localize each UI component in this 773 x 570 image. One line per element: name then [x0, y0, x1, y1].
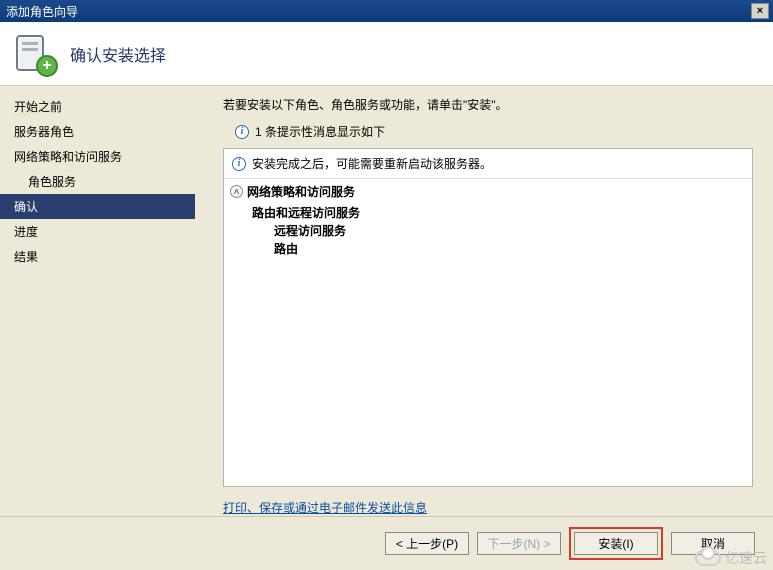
previous-button[interactable]: < 上一步(P)	[385, 532, 469, 555]
step-progress[interactable]: 进度	[0, 219, 195, 244]
wizard-header: + 确认安装选择	[0, 22, 773, 86]
selections-panel: i 安装完成之后，可能需要重新启动该服务器。 ˄ 网络策略和访问服务 路由和远程…	[223, 148, 753, 487]
wizard-body: 开始之前 服务器角色 网络策略和访问服务 角色服务 确认 进度 结果 若要安装以…	[0, 86, 773, 516]
next-button: 下一步(N) >	[477, 532, 561, 555]
group-header[interactable]: ˄ 网络策略和访问服务	[224, 179, 752, 204]
step-role-services[interactable]: 角色服务	[0, 169, 195, 194]
role-remote-access-service: 远程访问服务	[252, 222, 752, 240]
group-title: 网络策略和访问服务	[247, 183, 355, 200]
step-network-policy[interactable]: 网络策略和访问服务	[0, 144, 195, 169]
server-add-icon: +	[14, 33, 56, 75]
step-server-roles[interactable]: 服务器角色	[0, 119, 195, 144]
info-count-line: i 1 条提示性消息显示如下	[223, 123, 753, 140]
titlebar: 添加角色向导 ×	[0, 0, 773, 22]
step-confirmation[interactable]: 确认	[0, 194, 195, 219]
info-icon: i	[235, 125, 249, 139]
role-routing: 路由	[252, 240, 752, 258]
button-row: < 上一步(P) 下一步(N) > 安装(I) 取消	[0, 516, 773, 570]
restart-warning-text: 安装完成之后，可能需要重新启动该服务器。	[252, 155, 492, 172]
collapse-icon: ˄	[230, 185, 243, 198]
install-button[interactable]: 安装(I)	[574, 532, 658, 555]
close-button[interactable]: ×	[751, 3, 769, 19]
role-routing-remote-access: 路由和远程访问服务	[252, 204, 752, 222]
group-items: 路由和远程访问服务 远程访问服务 路由	[224, 204, 752, 258]
wizard-steps-sidebar: 开始之前 服务器角色 网络策略和访问服务 角色服务 确认 进度 结果	[0, 86, 195, 516]
restart-warning-row: i 安装完成之后，可能需要重新启动该服务器。	[224, 149, 752, 179]
window-title: 添加角色向导	[6, 3, 751, 20]
install-highlight: 安装(I)	[569, 527, 663, 560]
instruction-text: 若要安装以下角色、角色服务或功能，请单击"安装"。	[223, 96, 753, 113]
info-count-text: 1 条提示性消息显示如下	[255, 123, 385, 140]
info-icon: i	[232, 157, 246, 171]
cancel-button[interactable]: 取消	[671, 532, 755, 555]
content-area: 若要安装以下角色、角色服务或功能，请单击"安装"。 i 1 条提示性消息显示如下…	[195, 86, 773, 516]
step-before-you-begin[interactable]: 开始之前	[0, 94, 195, 119]
page-title: 确认安装选择	[70, 42, 166, 66]
step-results[interactable]: 结果	[0, 244, 195, 269]
print-save-email-link[interactable]: 打印、保存或通过电子邮件发送此信息	[223, 501, 427, 515]
export-link-row: 打印、保存或通过电子邮件发送此信息	[223, 487, 753, 516]
